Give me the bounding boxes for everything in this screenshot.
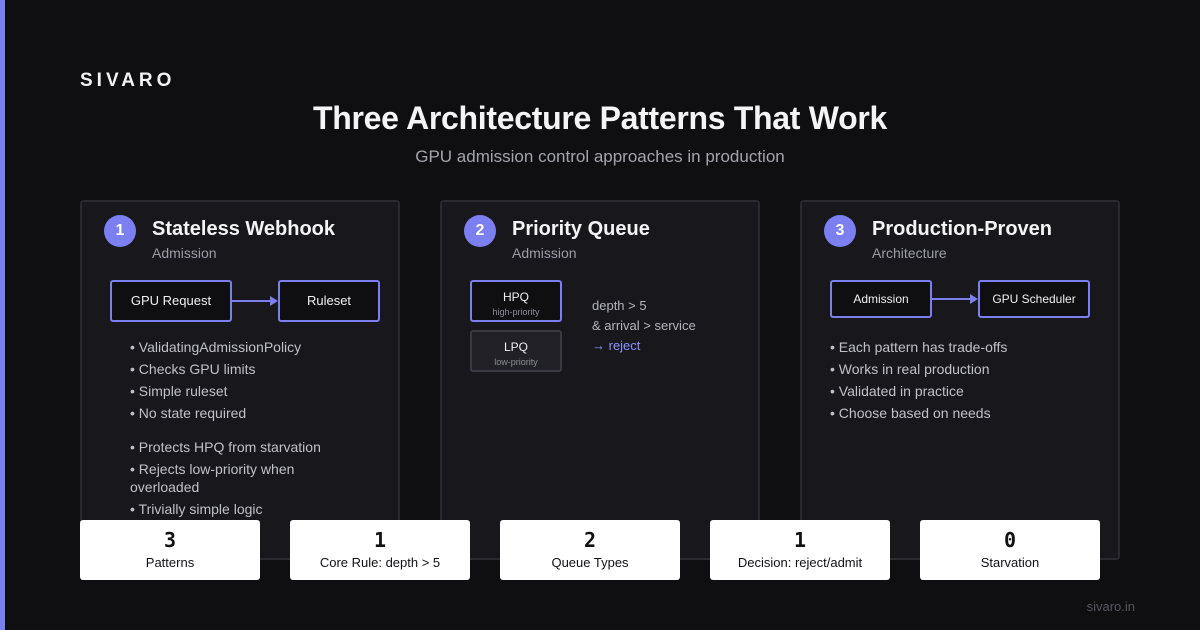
feature-list: ValidatingAdmissionPolicy Checks GPU lim… xyxy=(130,338,370,426)
stat-card-core-rule: 1 Core Rule: depth > 5 xyxy=(290,520,470,580)
list-item: No state required xyxy=(130,404,370,422)
step-number-badge: 3 xyxy=(824,215,856,247)
pattern-card-stateless-webhook: 1 Stateless Webhook Admission GPU Reques… xyxy=(80,200,400,560)
list-item: Trivially simple logic xyxy=(130,500,330,518)
queue-name: LPQ xyxy=(503,340,528,354)
list-item: Checks GPU limits xyxy=(130,360,370,378)
step-number-badge: 1 xyxy=(104,215,136,247)
diagram-node-admission: Admission xyxy=(830,280,932,318)
rule-action-reject: → reject xyxy=(592,338,641,353)
list-item: Works in real production xyxy=(830,360,1090,378)
list-item: Protects HPQ from starvation xyxy=(130,438,370,456)
queue-description: high-priority xyxy=(492,307,540,317)
diagram-node-gpu-scheduler: GPU Scheduler xyxy=(978,280,1090,318)
diagram-node-ruleset: Ruleset xyxy=(278,280,380,322)
stat-card-starvation: 0 Starvation xyxy=(920,520,1100,580)
accent-bar xyxy=(0,0,5,630)
pattern-card-production-proven: 3 Production-Proven Architecture Admissi… xyxy=(800,200,1120,560)
card-title: Stateless Webhook xyxy=(152,218,336,240)
page-title: Three Architecture Patterns That Work xyxy=(313,100,887,136)
stat-label: Queue Types xyxy=(551,555,629,570)
card-title: Priority Queue xyxy=(512,218,650,240)
rule-condition-arrival: & arrival > service xyxy=(592,318,696,333)
stat-label: Decision: reject/admit xyxy=(737,555,863,570)
list-item: Each pattern has trade-offs xyxy=(830,338,1090,356)
list-item: ValidatingAdmissionPolicy xyxy=(130,338,370,356)
brand-logo: SIVARO xyxy=(80,70,176,91)
pattern-card-priority-queue: 2 Priority Queue Admission HPQ high-prio… xyxy=(440,200,760,560)
queue-node-hpq: HPQ high-priority xyxy=(470,280,562,322)
stat-value: 2 xyxy=(583,528,597,552)
feature-list: Each pattern has trade-offs Works in rea… xyxy=(830,338,1090,426)
stat-label: Patterns xyxy=(145,555,195,570)
stat-card-decision: 1 Decision: reject/admit xyxy=(710,520,890,580)
stat-label: Starvation xyxy=(980,555,1040,570)
page-subtitle: GPU admission control approaches in prod… xyxy=(415,147,785,166)
list-item: Rejects low-priority when overloaded xyxy=(130,460,330,496)
card-subtitle: Admission xyxy=(152,245,217,261)
queue-description: low-priority xyxy=(494,357,538,367)
stat-value: 0 xyxy=(1003,528,1017,552)
card-subtitle: Admission xyxy=(512,245,577,261)
card-title: Production-Proven xyxy=(872,218,1053,240)
list-item: Validated in practice xyxy=(830,382,1090,400)
stat-value: 1 xyxy=(793,528,807,552)
list-item: Choose based on needs xyxy=(830,404,1090,422)
diagram-node-gpu-request: GPU Request xyxy=(110,280,232,322)
footer-url: sivaro.in xyxy=(1086,599,1135,614)
flow-arrow xyxy=(232,296,278,306)
stat-card-patterns: 3 Patterns xyxy=(80,520,260,580)
rule-condition-depth: depth > 5 xyxy=(592,298,647,313)
step-number-badge: 2 xyxy=(464,215,496,247)
queue-name: HPQ xyxy=(502,290,529,304)
benefit-list: Protects HPQ from starvation Rejects low… xyxy=(130,438,330,522)
list-item: Simple ruleset xyxy=(130,382,370,400)
card-subtitle: Architecture xyxy=(872,245,947,261)
stat-value: 1 xyxy=(373,528,387,552)
stat-value: 3 xyxy=(163,528,177,552)
flow-arrow xyxy=(932,294,978,304)
queue-node-lpq: LPQ low-priority xyxy=(470,330,562,372)
stat-label: Core Rule: depth > 5 xyxy=(319,555,441,570)
stat-card-queue-types: 2 Queue Types xyxy=(500,520,680,580)
